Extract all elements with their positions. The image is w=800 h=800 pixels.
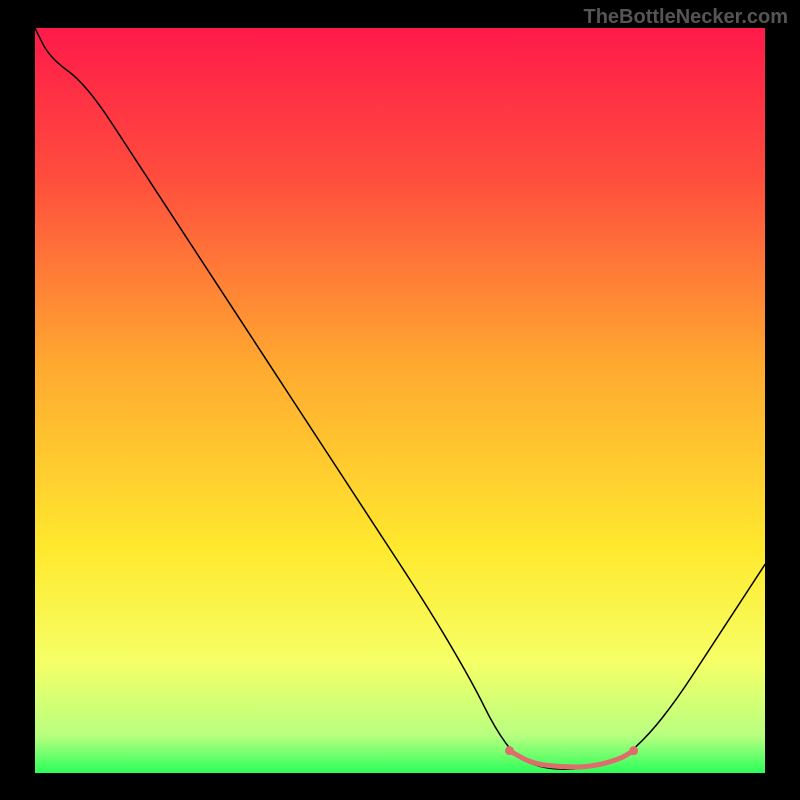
watermark-text: TheBottleNecker.com (583, 6, 788, 29)
highlight-segment-dot (505, 746, 514, 755)
chart-container: TheBottleNecker.com (0, 0, 800, 800)
chart-plot-area (35, 28, 765, 773)
highlight-segment-dot (629, 746, 638, 755)
gradient-background (35, 28, 765, 773)
chart-svg (35, 28, 765, 773)
